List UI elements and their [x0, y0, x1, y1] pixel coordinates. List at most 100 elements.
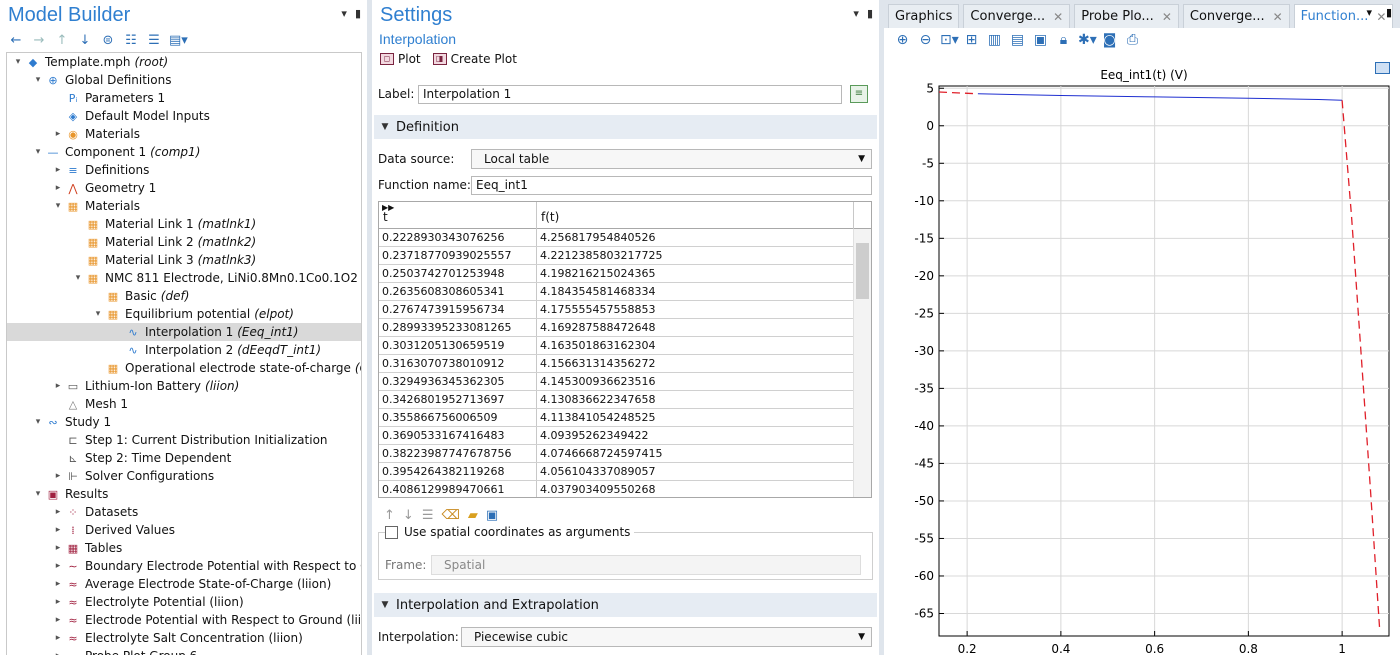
tree-item[interactable]: ▦ Material Link 3 (matlnk3)	[7, 251, 361, 269]
tree-item[interactable]: ▦ Material Link 2 (matlnk2)	[7, 233, 361, 251]
tree-options-icon[interactable]: ▤▾	[169, 33, 188, 48]
panel-menu-icon[interactable]: ▾	[853, 7, 859, 20]
column-header-ft[interactable]: f(t)	[537, 202, 854, 229]
graphics-tab[interactable]: Function... ✕	[1293, 4, 1394, 28]
cell-ft[interactable]: 4.156631314356272	[537, 355, 854, 372]
panel-menu-icon[interactable]: ▾	[341, 7, 347, 20]
column-header-t[interactable]: ▶▶ t	[379, 202, 537, 229]
tree-item[interactable]: ▸ ≈ Average Electrode State-of-Charge (lii…	[7, 575, 361, 593]
cell-ft[interactable]: 4.056104337089057	[537, 463, 854, 480]
cell-t[interactable]: 0.2228930343076256	[379, 229, 537, 246]
plot-button[interactable]: ◻ Plot	[380, 52, 421, 66]
graphics-tab[interactable]: Probe Plo... ✕	[1074, 4, 1179, 28]
table-scrollbar[interactable]	[853, 229, 871, 497]
tree-item[interactable]: ▾ ▦ NMC 811 Electrode, LiNi0.8Mn0.1Co0.1O2…	[7, 269, 361, 287]
tree-item[interactable]: ▸ ≡ Definitions	[7, 161, 361, 179]
tree-item[interactable]: ▾ ⊕ Global Definitions	[7, 71, 361, 89]
zoom-out-icon[interactable]: ⊖	[917, 32, 934, 48]
collapsed-arrow-icon[interactable]: ▸	[51, 471, 65, 481]
table-row[interactable]: 0.23718770939025557 4.2212385803217725	[379, 247, 871, 265]
tree-item[interactable]: ▾ ∾ Study 1	[7, 413, 361, 431]
grid-rows-icon[interactable]: ▤	[1009, 32, 1026, 48]
cell-t[interactable]: 0.3954264382119268	[379, 463, 537, 480]
pin-icon[interactable]: ▮	[867, 7, 873, 20]
cell-t[interactable]: 0.2503742701253948	[379, 265, 537, 282]
cell-t[interactable]: 0.23718770939025557	[379, 247, 537, 264]
back-arrow-icon[interactable]: ←	[8, 33, 24, 48]
tree-item[interactable]: ▸ ≈ Electrode Potential with Respect to Gr…	[7, 611, 361, 629]
expand-icon[interactable]: ☷	[123, 33, 139, 48]
cell-t[interactable]: 0.2767473915956734	[379, 301, 537, 318]
table-row[interactable]: 0.3426801952713697 4.130836622347658	[379, 391, 871, 409]
tree-item[interactable]: ▸ ≈ Electrolyte Salt Concentration (liion)	[7, 629, 361, 647]
tree-item[interactable]: ▦ Operational electrode state-of-charge(O…	[7, 359, 361, 377]
interpolation-select[interactable]: Piecewise cubic ▼	[461, 627, 872, 647]
expanded-arrow-icon[interactable]: ▾	[31, 147, 45, 157]
delete-rows-icon[interactable]: ☰	[422, 508, 434, 523]
cell-t[interactable]: 0.3426801952713697	[379, 391, 537, 408]
tree-item[interactable]: ▸ ⁞ Derived Values	[7, 521, 361, 539]
collapsed-arrow-icon[interactable]: ▸	[51, 165, 65, 175]
graphics-tab[interactable]: Converge... ✕	[1182, 4, 1290, 28]
cell-t[interactable]: 0.355866756006509	[379, 409, 537, 426]
table-row[interactable]: 0.28993395233081265 4.169287588472648	[379, 319, 871, 337]
collapsed-arrow-icon[interactable]: ▸	[51, 507, 65, 517]
tree-item[interactable]: ⊏ Step 1: Current Distribution Initializa…	[7, 431, 361, 449]
tree-item[interactable]: △ Mesh 1	[7, 395, 361, 413]
interp-section-header[interactable]: ▼ Interpolation and Extrapolation	[374, 593, 877, 617]
cell-t[interactable]: 0.3163070738010912	[379, 355, 537, 372]
data-source-select[interactable]: Local table ▼	[471, 149, 872, 169]
tree-item[interactable]: ▸ ◉ Materials	[7, 125, 361, 143]
expanded-arrow-icon[interactable]: ▾	[91, 309, 105, 319]
cell-ft[interactable]: 4.09395262349422	[537, 427, 854, 444]
cell-t[interactable]: 0.2635608308605341	[379, 283, 537, 300]
cell-ft[interactable]: 4.2212385803217725	[537, 247, 854, 264]
close-icon[interactable]: ✕	[1162, 10, 1172, 24]
cell-ft[interactable]: 4.184354581468334	[537, 283, 854, 300]
tree-item[interactable]: ⊾ Step 2: Time Dependent	[7, 449, 361, 467]
model-tree[interactable]: ▾ ◆ Template.mph (root) ▾ ⊕ Global Definitions…	[6, 52, 362, 655]
cell-ft[interactable]: 4.113841054248525	[537, 409, 854, 426]
collapsed-arrow-icon[interactable]: ▸	[51, 543, 65, 553]
cell-t[interactable]: 0.4086129989470661	[379, 481, 537, 497]
cell-ft[interactable]: 4.130836622347658	[537, 391, 854, 408]
collapsed-arrow-icon[interactable]: ▸	[51, 615, 65, 625]
move-down-icon[interactable]: ↓	[77, 33, 93, 48]
tree-item[interactable]: ▾ ▣ Results	[7, 485, 361, 503]
pin-icon[interactable]: ▮	[355, 7, 361, 20]
tree-item[interactable]: ∿ Interpolation 1 (Eeq_int1)	[7, 323, 361, 341]
spatial-checkbox-row[interactable]: Use spatial coordinates as arguments	[385, 525, 635, 539]
tree-item[interactable]: ▸∼ Probe Plot Group 6	[7, 647, 361, 655]
tree-item[interactable]: Pᵢ Parameters 1	[7, 89, 361, 107]
table-row[interactable]: 0.3163070738010912 4.156631314356272	[379, 355, 871, 373]
spatial-checkbox[interactable]	[385, 525, 398, 539]
cell-ft[interactable]: 4.169287588472648	[537, 319, 854, 336]
show-grid-icon[interactable]: ▣	[1032, 32, 1049, 48]
tree-item[interactable]: ◈ Default Model Inputs	[7, 107, 361, 125]
tree-item[interactable]: ▸ ⊩ Solver Configurations	[7, 467, 361, 485]
print-icon[interactable]: ⎙	[1124, 32, 1141, 48]
cell-t[interactable]: 0.38223987747678756	[379, 445, 537, 462]
load-from-file-icon[interactable]: ▰	[468, 508, 478, 523]
cell-ft[interactable]: 4.175555457558853	[537, 301, 854, 318]
create-plot-button[interactable]: ◨ Create Plot	[432, 52, 517, 66]
pin-icon[interactable]: ▮	[1386, 6, 1392, 19]
cell-t[interactable]: 0.3690533167416483	[379, 427, 537, 444]
table-row[interactable]: 0.2228930343076256 4.256817954840526	[379, 229, 871, 247]
expanded-arrow-icon[interactable]: ▾	[31, 75, 45, 85]
save-to-file-icon[interactable]: ▣	[486, 508, 498, 523]
label-input[interactable]: Interpolation 1	[418, 84, 842, 104]
panel-menu-icon[interactable]: ▾	[1366, 6, 1372, 19]
cell-ft[interactable]: 4.198216215024365	[537, 265, 854, 282]
move-up-icon[interactable]: ↑	[54, 33, 70, 48]
tree-item[interactable]: ▸ ∼ Boundary Electrode Potential with Resp…	[7, 557, 361, 575]
collapsed-arrow-icon[interactable]: ▸	[51, 525, 65, 535]
tree-item[interactable]: ▾ ◆ Template.mph (root)	[7, 53, 361, 71]
table-row[interactable]: 0.2503742701253948 4.198216215024365	[379, 265, 871, 283]
table-row[interactable]: 0.4086129989470661 4.037903409550268	[379, 481, 871, 497]
table-row[interactable]: 0.3294936345362305 4.145300936623516	[379, 373, 871, 391]
cell-t[interactable]: 0.28993395233081265	[379, 319, 537, 336]
table-row[interactable]: 0.3954264382119268 4.056104337089057	[379, 463, 871, 481]
expanded-arrow-icon[interactable]: ▾	[71, 273, 85, 283]
scene-light-icon[interactable]: ✱▾	[1078, 32, 1097, 48]
